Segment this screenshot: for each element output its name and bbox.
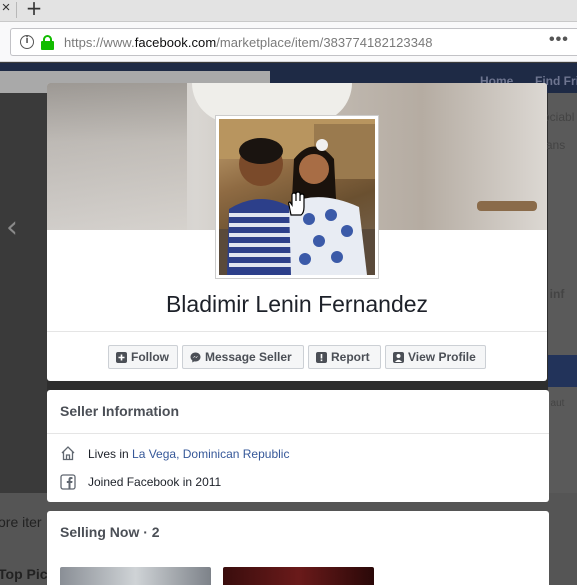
home-icon xyxy=(60,445,76,461)
lives-in-row: Lives in La Vega, Dominican Republic xyxy=(88,447,289,461)
chevron-left-icon: ‹ xyxy=(6,210,18,245)
background-blue-panel xyxy=(548,355,577,387)
profile-name: Bladimir Lenin Fernandez xyxy=(165,291,429,317)
background-left-panel xyxy=(0,93,47,493)
follow-button[interactable]: Follow xyxy=(108,345,178,369)
lock-icon[interactable] xyxy=(41,35,54,50)
bg-more-items-text: ore iter xyxy=(0,514,42,530)
listing-thumbnail[interactable] xyxy=(223,567,374,585)
message-seller-label: Message Seller xyxy=(205,350,292,364)
divider xyxy=(47,331,547,332)
divider xyxy=(47,433,549,434)
new-tab-icon[interactable]: + xyxy=(24,0,44,18)
selling-now-title: Selling Now · 2 xyxy=(60,524,160,540)
info-icon[interactable]: i xyxy=(20,35,34,49)
profile-icon xyxy=(393,351,404,363)
lives-in-prefix: Lives in xyxy=(88,447,133,461)
url-prefix: https://www. xyxy=(64,35,135,50)
seller-information-title: Seller Information xyxy=(60,403,180,419)
tab-bar: × + xyxy=(0,0,577,22)
hand-cursor-icon xyxy=(288,191,305,216)
url-domain: facebook.com xyxy=(134,35,217,50)
tab-close-icon[interactable]: × xyxy=(0,0,12,18)
tab-divider xyxy=(16,2,17,18)
joined-facebook-row: Joined Facebook in 2011 xyxy=(88,475,222,489)
url-bar[interactable]: i https://www.facebook.com/marketplace/i… xyxy=(10,28,577,56)
navigation-bar: i https://www.facebook.com/marketplace/i… xyxy=(0,22,577,62)
profile-photo xyxy=(219,119,375,275)
url-path: /marketplace/item/383774182123348 xyxy=(216,35,433,50)
report-icon xyxy=(316,351,327,363)
url-text[interactable]: https://www.facebook.com/marketplace/ite… xyxy=(64,35,433,50)
view-profile-label: View Profile xyxy=(408,350,476,364)
avatar[interactable] xyxy=(215,115,379,279)
selling-now-card: Selling Now · 2 xyxy=(47,511,549,585)
messenger-icon xyxy=(190,352,201,363)
more-icon[interactable]: ••• xyxy=(549,31,569,49)
seller-profile-card: Bladimir Lenin Fernandez Follow Message … xyxy=(47,83,547,381)
report-button[interactable]: Report xyxy=(308,345,381,369)
facebook-icon xyxy=(60,474,76,490)
follow-icon xyxy=(116,351,127,363)
message-seller-button[interactable]: Message Seller xyxy=(182,345,304,369)
seller-information-card: Seller Information Lives in La Vega, Dom… xyxy=(47,390,549,502)
view-profile-button[interactable]: View Profile xyxy=(385,345,486,369)
follow-label: Follow xyxy=(131,350,169,364)
location-link[interactable]: La Vega, Dominican Republic xyxy=(132,447,289,461)
bg-top-picks-text: Top Pic xyxy=(0,566,48,582)
report-label: Report xyxy=(331,350,370,364)
listing-thumbnail[interactable] xyxy=(60,567,211,585)
